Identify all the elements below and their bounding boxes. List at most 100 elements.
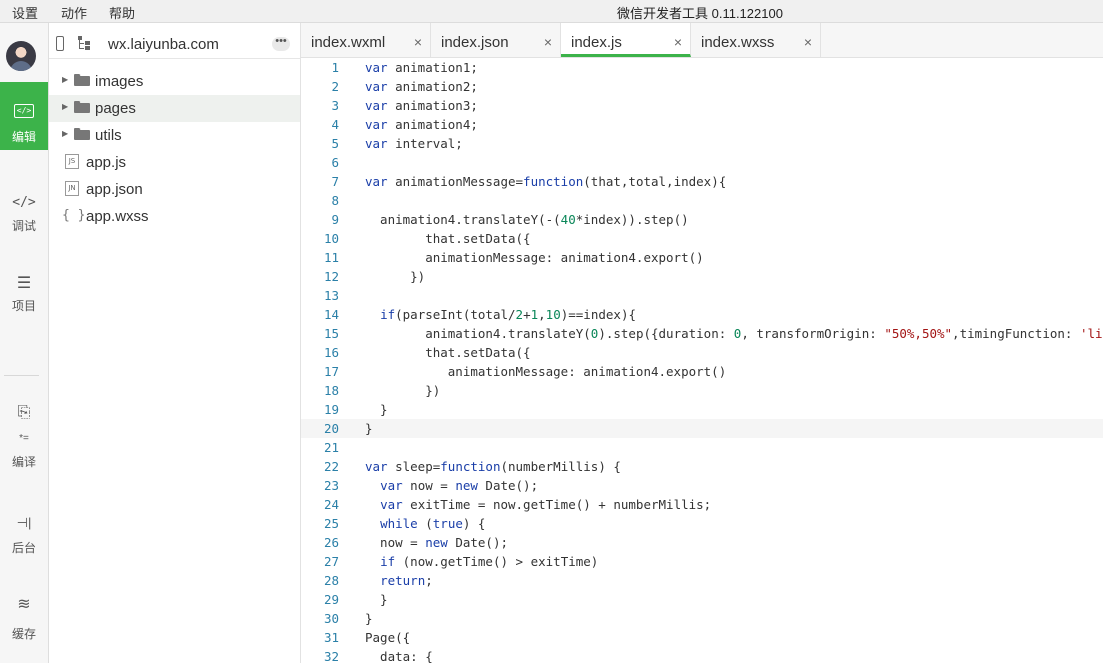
line-number: 21 (323, 440, 339, 455)
tree-structure-icon[interactable] (78, 36, 91, 50)
tree-item-app-js[interactable]: JS app.js (49, 149, 300, 176)
menu-help[interactable]: 帮助 (109, 3, 135, 22)
activity-cache[interactable]: ≋ 缓存 (0, 587, 48, 647)
code-line[interactable]: 2 var animation2; (301, 77, 1103, 96)
tab-index-js[interactable]: index.js × (561, 23, 691, 57)
tree-item-pages[interactable]: ▶ pages (49, 95, 300, 122)
code-line[interactable]: 30} (301, 609, 1103, 628)
line-number: 4 (331, 117, 339, 132)
code-text: that.setData({ (365, 231, 531, 246)
code-line[interactable]: 17 animationMessage: animation4.export() (301, 362, 1103, 381)
code-line[interactable]: 23 var now = new Date(); (301, 476, 1103, 495)
activity-debug[interactable]: </> 调试 (0, 183, 48, 243)
more-options-button[interactable]: ••• (272, 36, 290, 51)
code-line[interactable]: 9 animation4.translateY(-(40*index)).ste… (301, 210, 1103, 229)
menu-actions[interactable]: 动作 (61, 3, 87, 22)
menu-lines-icon: ☰ (16, 275, 32, 292)
code-line[interactable]: 14 if(parseInt(total/2+1,10)==index){ (301, 305, 1103, 324)
tree-item-label: images (95, 73, 144, 90)
code-text: that.setData({ (365, 345, 531, 360)
code-line[interactable]: 3 var animation3; (301, 96, 1103, 115)
line-number: 1 (331, 60, 339, 75)
line-number: 8 (331, 193, 339, 208)
activity-bar: </> 编辑 </> 调试 ☰ 项目 ⎘ *= 编译 ⊣| 后台 ≋ 缓存 (0, 23, 49, 663)
user-avatar[interactable] (6, 41, 36, 71)
folder-icon (74, 101, 90, 113)
tab-label: index.js (571, 34, 622, 51)
code-line[interactable]: 32 data: { (301, 647, 1103, 663)
phone-preview-icon[interactable] (56, 36, 64, 51)
tab-index-wxml[interactable]: index.wxml × (301, 23, 431, 57)
line-number: 30 (323, 611, 339, 626)
background-icon: ⊣| (16, 515, 32, 530)
tab-index-json[interactable]: index.json × (431, 23, 561, 57)
code-line[interactable]: 16 that.setData({ (301, 343, 1103, 362)
tree-item-utils[interactable]: ▶ utils (49, 122, 300, 149)
activity-edit[interactable]: </> 编辑 (0, 82, 48, 150)
code-text: var now = new Date(); (380, 478, 539, 493)
code-line[interactable]: 20} (301, 419, 1103, 438)
tree-item-app-json[interactable]: JN app.json (49, 176, 300, 203)
close-icon[interactable]: × (544, 35, 552, 49)
code-line[interactable]: 24 var exitTime = now.getTime() + number… (301, 495, 1103, 514)
code-editor[interactable]: 1 var animation1; 2 var animation2; 3 var ani… (301, 58, 1103, 663)
code-line[interactable]: 29 } (301, 590, 1103, 609)
compile-options-icon: *= (19, 433, 29, 444)
chevron-right-icon: ▶ (62, 102, 69, 111)
code-text: while (true) { (380, 516, 486, 531)
chevron-right-icon: ▶ (62, 75, 69, 84)
code-line[interactable]: 18 }) (301, 381, 1103, 400)
code-text: var exitTime = now.getTime() + numberMil… (380, 497, 712, 512)
code-line[interactable]: 5 var interval; (301, 134, 1103, 153)
activity-edit-label: 编辑 (11, 130, 36, 144)
line-number: 26 (323, 535, 339, 550)
close-icon[interactable]: × (804, 35, 812, 49)
code-line[interactable]: 27 if (now.getTime() > exitTime) (301, 552, 1103, 571)
activity-project[interactable]: ☰ 项目 (0, 263, 48, 323)
file-tree-panel: wx.laiyunba.com ••• ▶ images ▶ pages ▶ u… (49, 23, 301, 663)
tree-item-app-wxss[interactable]: { } app.wxss (49, 203, 300, 230)
code-line[interactable]: 28 return; (301, 571, 1103, 590)
code-line[interactable]: 11 animationMessage: animation4.export() (301, 248, 1103, 267)
code-line[interactable]: 7 var animationMessage=function(that,tota… (301, 172, 1103, 191)
code-line[interactable]: 12 }) (301, 267, 1103, 286)
code-text: var animationMessage=function(that,total… (365, 174, 727, 189)
code-line[interactable]: 22 var sleep=function(numberMillis) { (301, 457, 1103, 476)
code-text: data: { (365, 649, 433, 663)
code-line[interactable]: 31 Page({ (301, 628, 1103, 647)
code-text: Page({ (365, 630, 411, 645)
tree-item-label: utils (95, 127, 122, 144)
line-number: 32 (323, 649, 339, 663)
line-number: 27 (323, 554, 339, 569)
menu-settings[interactable]: 设置 (12, 3, 38, 22)
tab-index-wxss[interactable]: index.wxss × (691, 23, 821, 57)
code-tag-icon: </> (12, 195, 36, 210)
code-line[interactable]: 10 that.setData({ (301, 229, 1103, 248)
tree-item-images[interactable]: ▶ images (49, 68, 300, 95)
line-number: 24 (323, 497, 339, 512)
activity-debug-label: 调试 (11, 219, 36, 233)
activity-compile[interactable]: ⎘ *= 编译 (0, 395, 48, 471)
tree-item-label: app.json (86, 181, 143, 198)
code-line[interactable]: 15 animation4.translateY(0).step({durati… (301, 324, 1103, 343)
line-number: 9 (331, 212, 339, 227)
code-line[interactable]: 25 while (true) { (301, 514, 1103, 533)
activity-compile-label: 编译 (11, 455, 36, 469)
close-icon[interactable]: × (674, 35, 682, 49)
code-line[interactable]: 13 (301, 286, 1103, 305)
activity-project-label: 项目 (11, 299, 36, 313)
code-line[interactable]: 6 (301, 153, 1103, 172)
code-line[interactable]: 21 (301, 438, 1103, 457)
code-line[interactable]: 8 (301, 191, 1103, 210)
code-line[interactable]: 19 } (301, 400, 1103, 419)
close-icon[interactable]: × (414, 35, 422, 49)
code-line[interactable]: 4 var animation4; (301, 115, 1103, 134)
code-text: } (365, 592, 388, 607)
code-line[interactable]: 1 var animation1; (301, 58, 1103, 77)
code-line[interactable]: 26 now = new Date(); (301, 533, 1103, 552)
code-text: var animation2; (365, 79, 478, 94)
wxss-file-icon: { } (62, 208, 86, 223)
line-number: 14 (323, 307, 339, 322)
code-text: var animation1; (365, 60, 478, 75)
activity-background[interactable]: ⊣| 后台 (0, 503, 48, 563)
